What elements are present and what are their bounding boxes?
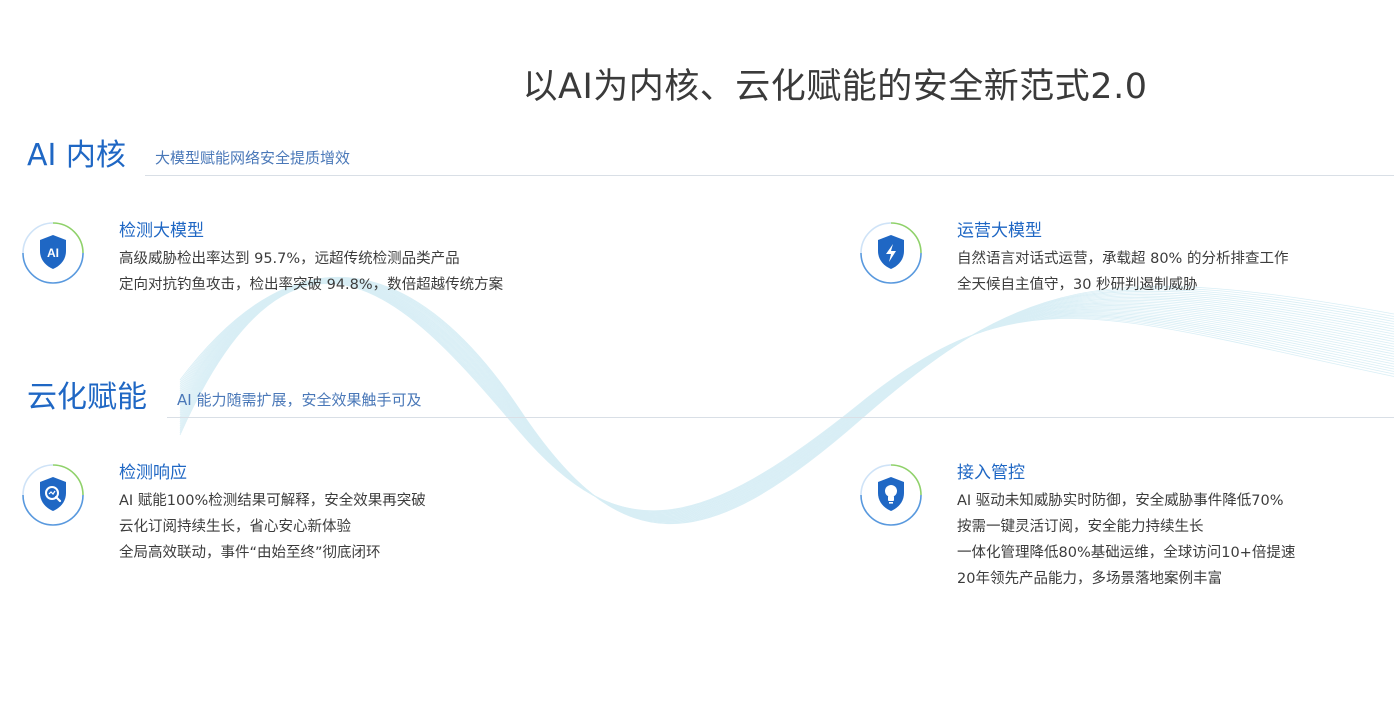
lightbulb-shield-icon xyxy=(858,462,924,528)
card-line: AI 赋能100%检测结果可解释，安全效果再突破 xyxy=(119,493,426,509)
card-title: 接入管控 xyxy=(957,463,1025,483)
section-title: AI 内核 xyxy=(27,138,126,173)
card-line: 云化订阅持续生长，省心安心新体验 xyxy=(119,519,351,535)
section-divider xyxy=(167,417,1394,418)
section-subtitle: 大模型赋能网络安全提质增效 xyxy=(155,149,351,167)
section-header-cloud-enable: 云化赋能 AI 能力随需扩展，安全效果触手可及 xyxy=(0,370,1394,430)
section-header-ai-core: AI 内核 大模型赋能网络安全提质增效 xyxy=(0,128,1394,188)
search-shield-icon xyxy=(20,462,86,528)
card-line: 全局高效联动，事件“由始至终”彻底闭环 xyxy=(119,545,381,561)
card-title: 检测响应 xyxy=(119,463,187,483)
card-line: 高级威胁检出率达到 95.7%，远超传统检测品类产品 xyxy=(119,251,460,267)
card-line: AI 驱动未知威胁实时防御，安全威胁事件降低70% xyxy=(957,493,1284,509)
page-title: 以AI为内核、云化赋能的安全新范式2.0 xyxy=(522,67,1148,107)
svg-text:AI: AI xyxy=(47,246,59,260)
card-line: 按需一键灵活订阅，安全能力持续生长 xyxy=(957,519,1204,535)
section-divider xyxy=(145,175,1394,176)
section-title: 云化赋能 xyxy=(27,380,147,415)
card-title: 运营大模型 xyxy=(957,221,1042,241)
lightning-shield-icon xyxy=(858,220,924,286)
card-line: 全天候自主值守，30 秒研判遏制威胁 xyxy=(957,277,1198,293)
card-title: 检测大模型 xyxy=(119,221,204,241)
card-line: 一体化管理降低80%基础运维，全球访问10+倍提速 xyxy=(957,545,1296,561)
ai-shield-icon: AI xyxy=(20,220,86,286)
card-line: 定向对抗钓鱼攻击，检出率突破 94.8%，数倍超越传统方案 xyxy=(119,277,504,293)
section-subtitle: AI 能力随需扩展，安全效果触手可及 xyxy=(177,391,422,409)
card-line: 20年领先产品能力，多场景落地案例丰富 xyxy=(957,571,1222,587)
card-line: 自然语言对话式运营，承载超 80% 的分析排查工作 xyxy=(957,251,1289,267)
